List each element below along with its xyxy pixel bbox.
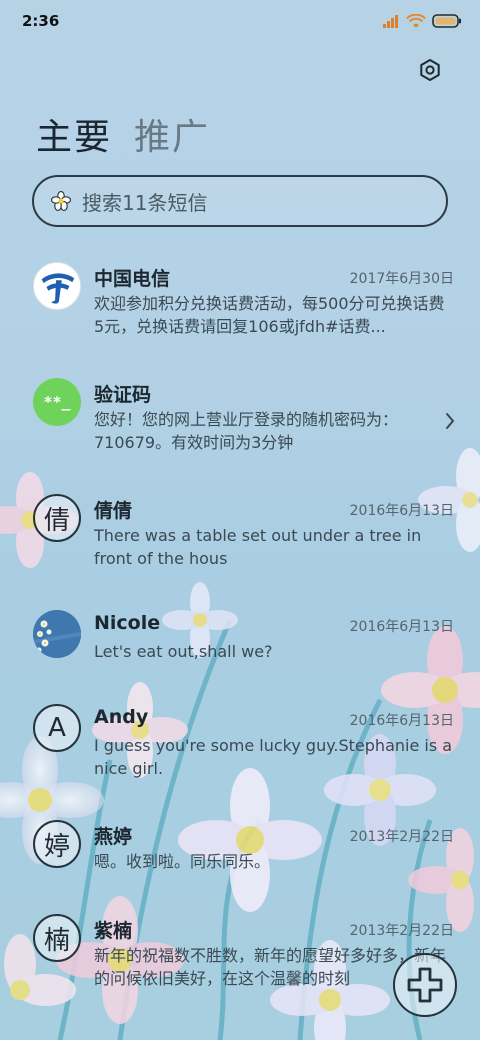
contact-name: Nicole [94, 612, 161, 634]
verification-code-avatar: **_ [33, 378, 81, 426]
conversation-item[interactable]: 中国电信 2017年6月30日 欢迎参加积分兑换话费活动，每500分可兑换话费5… [0, 252, 480, 368]
message-date: 2013年2月22日 [349, 829, 454, 845]
tab-primary[interactable]: 主要 [36, 108, 112, 160]
message-preview: I guess you're some lucky guy.Stephanie … [94, 736, 453, 778]
message-date: 2016年6月13日 [349, 503, 454, 519]
flower-photo-avatar [33, 610, 81, 658]
china-telecom-logo [33, 262, 81, 310]
status-time: 2:36 [22, 12, 60, 30]
avatar-text: **_ [43, 393, 71, 411]
contact-name: 燕婷 [94, 826, 133, 848]
contact-name: 中国电信 [94, 268, 171, 290]
message-date: 2017年6月30日 [349, 271, 454, 287]
contact-name: 倩倩 [94, 500, 133, 522]
compose-button[interactable] [393, 953, 457, 1017]
flower-search-icon [50, 190, 72, 212]
conversation-item[interactable]: 倩 倩倩 2016年6月13日 There was a table set ou… [0, 484, 480, 600]
status-icons [382, 13, 462, 29]
message-date: 2016年6月13日 [349, 619, 454, 635]
message-preview: Let's eat out,shall we? [94, 642, 273, 661]
search-bar[interactable]: 搜索11条短信 [32, 175, 448, 227]
conversation-list: 中国电信 2017年6月30日 欢迎参加积分兑换话费活动，每500分可兑换话费5… [0, 252, 480, 1020]
contact-name: 验证码 [94, 384, 152, 406]
message-preview: There was a table set out under a tree i… [94, 526, 422, 568]
settings-button[interactable] [414, 54, 446, 86]
contact-name: Andy [94, 706, 149, 728]
message-preview: 嗯。收到啦。同乐同乐。 [94, 852, 271, 871]
chevron-right-icon [446, 413, 455, 429]
gear-icon [420, 59, 440, 81]
search-placeholder: 搜索11条短信 [82, 190, 208, 215]
avatar: 婷 [33, 820, 81, 868]
conversation-item[interactable]: **_ 验证码 您好！您的网上营业厅登录的随机密码为：710679。有效时间为3… [0, 368, 480, 484]
avatar: 倩 [33, 494, 81, 542]
conversation-item[interactable]: A Andy 2016年6月13日 I guess you're some lu… [0, 694, 480, 810]
contact-name: 紫楠 [94, 920, 133, 942]
wifi-icon [406, 13, 426, 28]
message-preview: 您好！您的网上营业厅登录的随机密码为：710679。有效时间为3分钟 [94, 410, 399, 452]
tab-bar: 主要 推广 [36, 108, 210, 160]
message-date: 2016年6月13日 [349, 713, 454, 729]
status-bar: 2:36 [0, 0, 480, 42]
tab-promotions[interactable]: 推广 [134, 108, 210, 160]
battery-icon [432, 14, 461, 28]
avatar: 楠 [33, 914, 81, 962]
signal-icon [383, 15, 398, 28]
message-preview: 欢迎参加积分兑换话费活动，每500分可兑换话费5元，兑换话费请回复106或jfd… [94, 294, 445, 336]
compose-plus-icon [407, 967, 443, 1003]
avatar: A [33, 704, 81, 752]
message-date: 2013年2月22日 [349, 923, 454, 939]
